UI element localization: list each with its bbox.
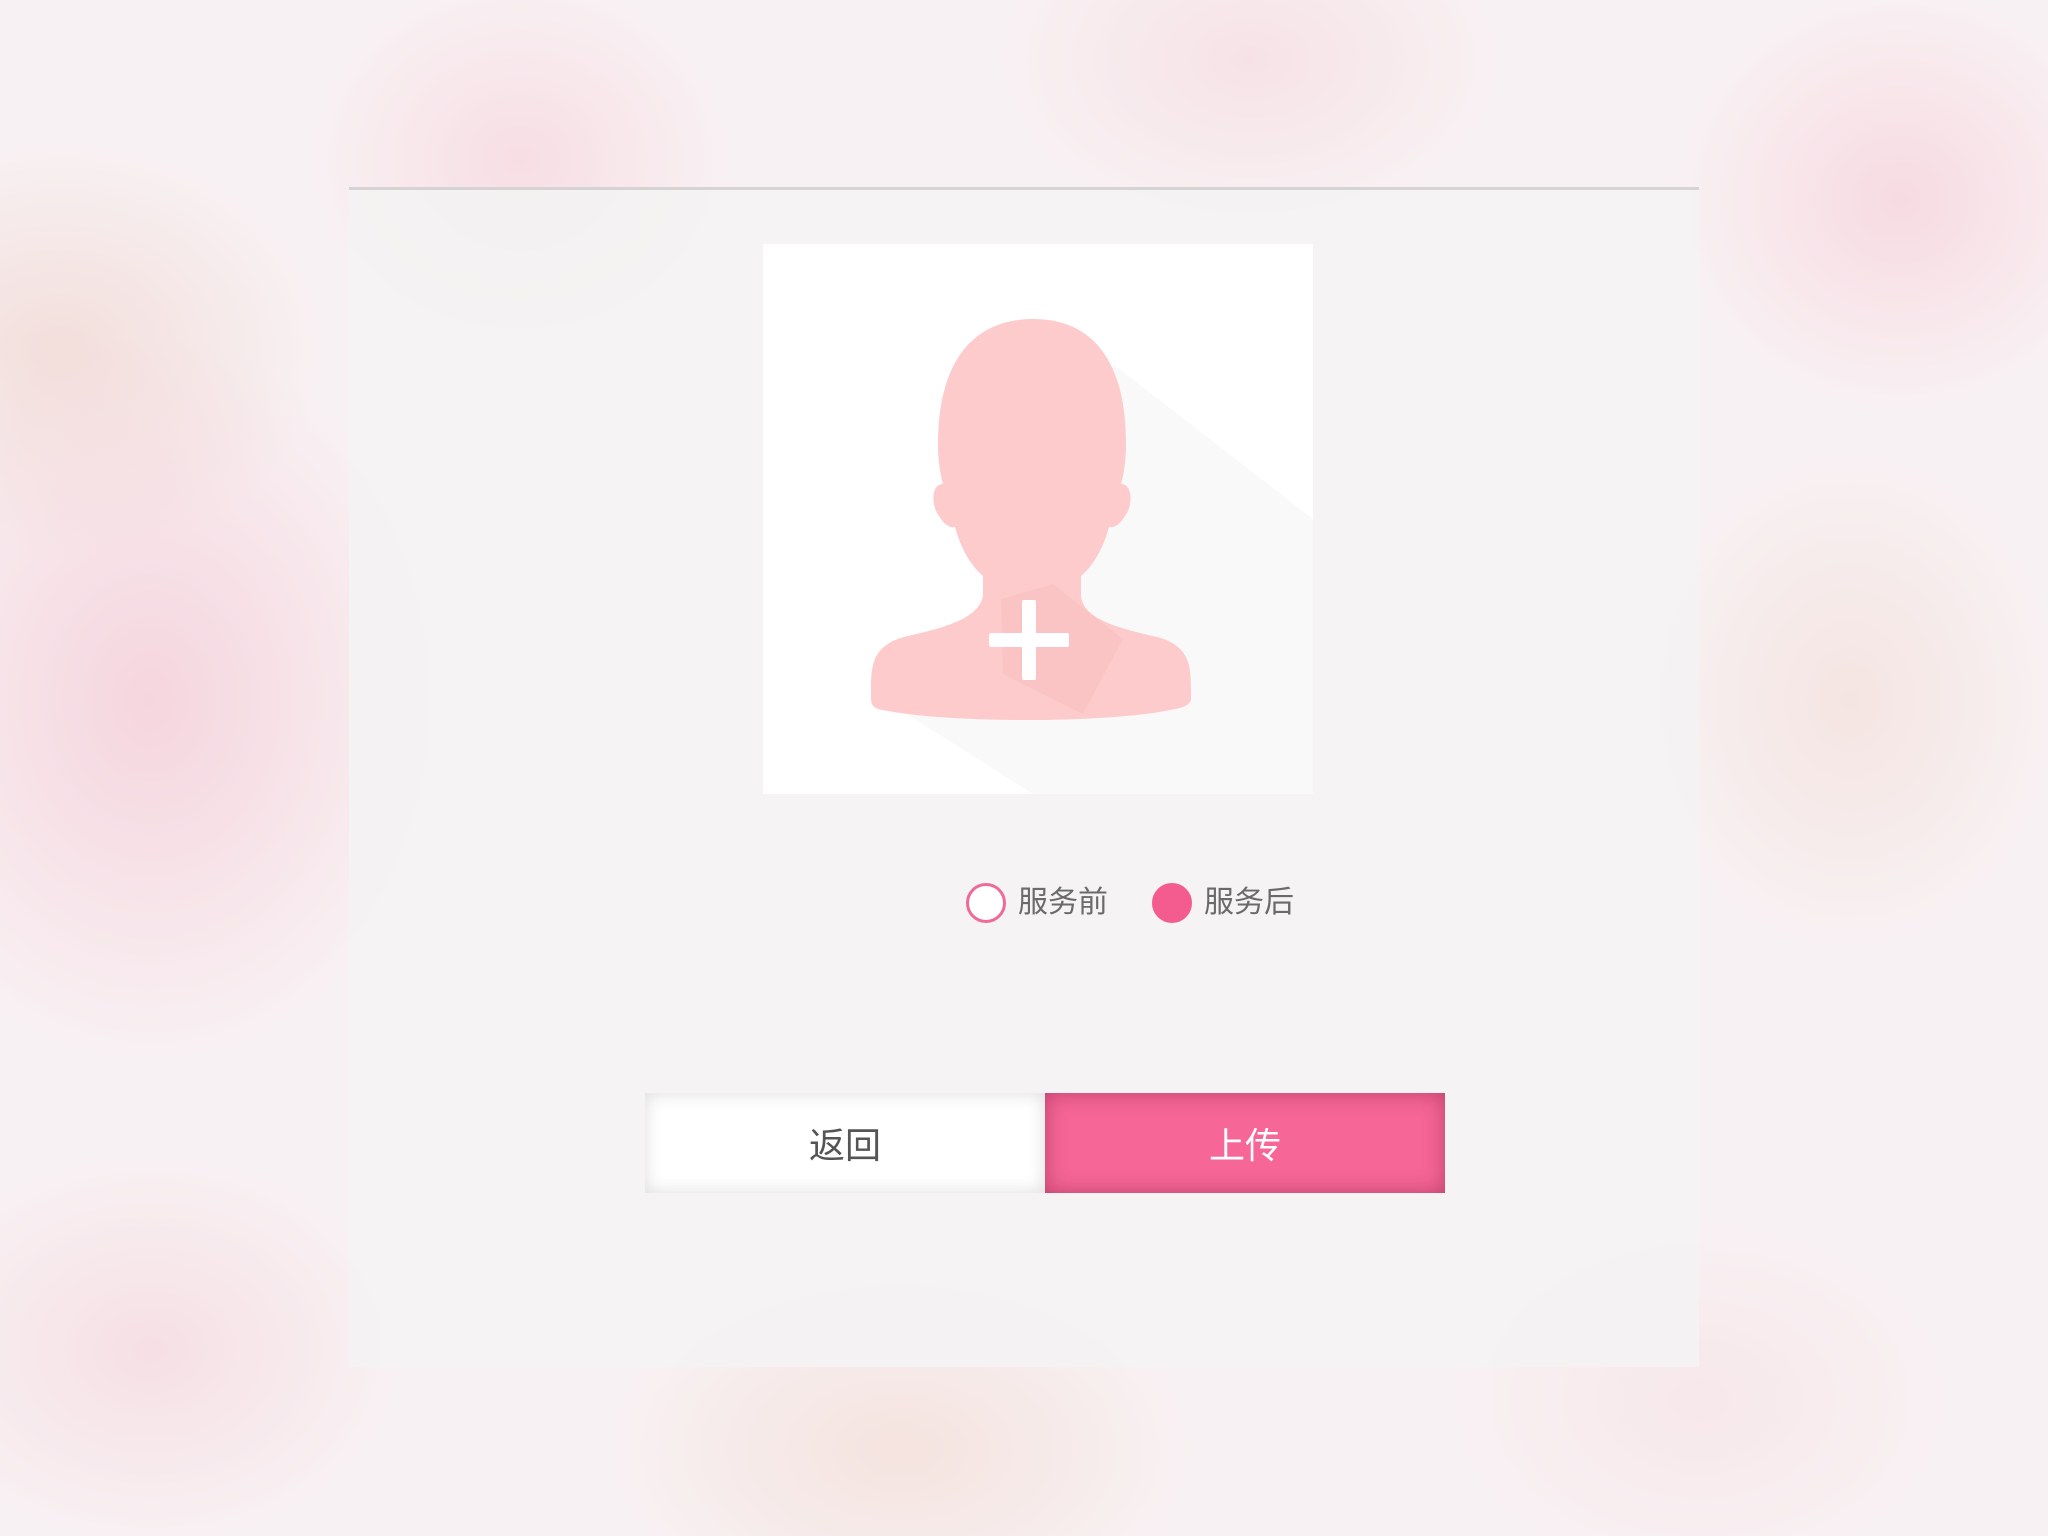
radio-checked-icon[interactable] — [1152, 883, 1192, 923]
avatar-upload-area[interactable] — [763, 244, 1313, 794]
back-button[interactable]: 返回 — [645, 1093, 1045, 1193]
radio-after-service[interactable]: 服务后 — [1152, 883, 1294, 923]
upload-button[interactable]: 上传 — [1045, 1093, 1445, 1193]
upload-photo-dialog: 服务前 服务后 返回 上传 — [349, 187, 1699, 1367]
action-buttons: 返回 上传 — [645, 1093, 1445, 1193]
radio-before-service-label: 服务前 — [1018, 885, 1108, 920]
radio-after-service-label: 服务后 — [1204, 885, 1294, 920]
radio-before-service[interactable]: 服务前 — [966, 883, 1108, 923]
radio-unchecked-icon[interactable] — [966, 883, 1006, 923]
photo-type-selector: 服务前 服务后 — [349, 883, 1699, 929]
person-add-icon[interactable] — [763, 244, 1313, 794]
